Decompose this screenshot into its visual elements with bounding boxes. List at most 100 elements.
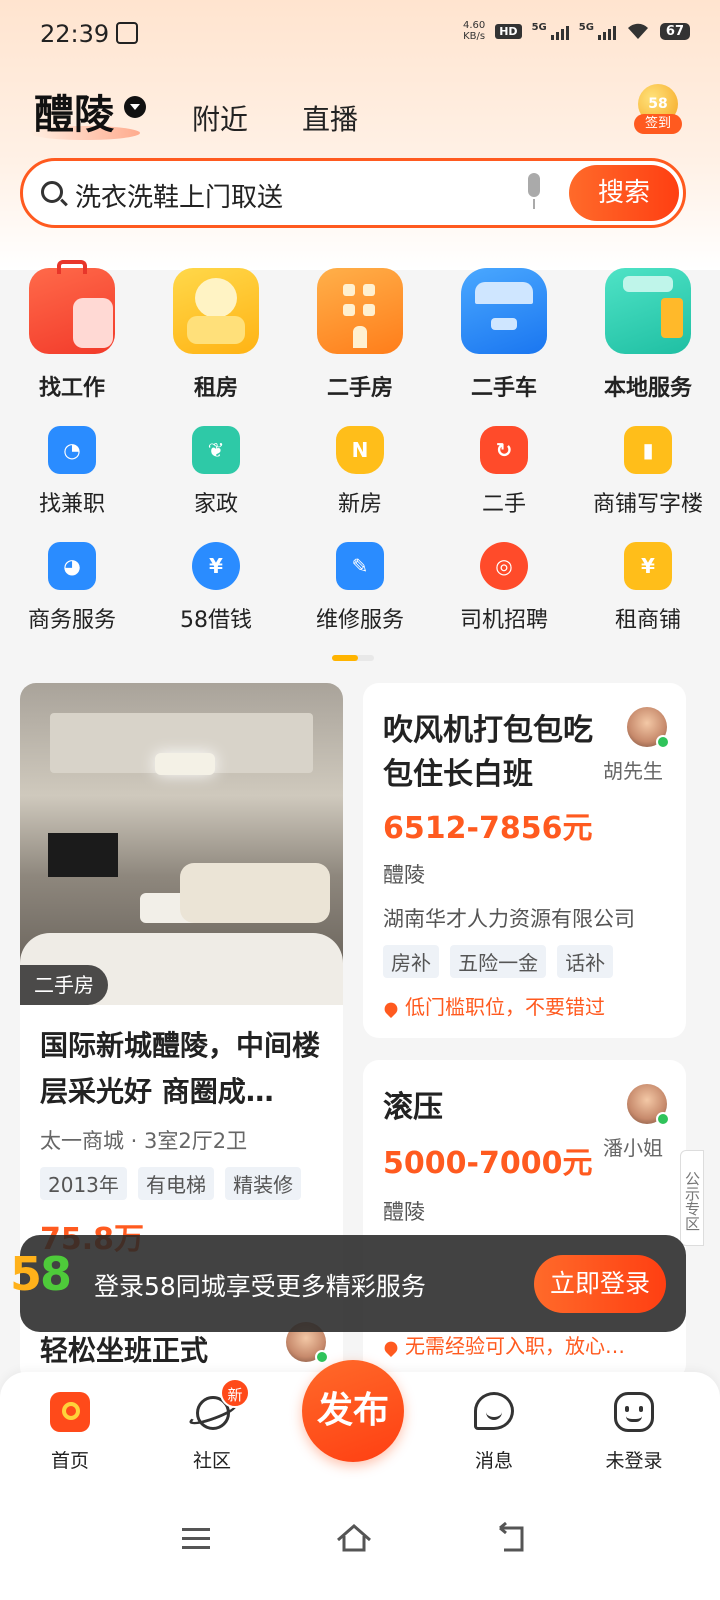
login-button[interactable]: 立即登录 [534,1255,666,1313]
category-label: 司机招聘 [459,608,548,633]
tag-chip: 房补 [383,945,439,978]
category-new-house[interactable]: N 新房 [288,426,432,518]
house-info: 国际新城醴陵，中间楼层采光好 商圈成… 太一商城 · 3室2厅2卫 2013年 … [40,1023,330,1258]
public-notice-tab[interactable]: 公示专区 [680,1150,704,1246]
bottom-navigation: 首页 新 社区 发布 消息 未登录 [0,1360,720,1492]
category-label: 二手车 [470,376,537,401]
category-housekeeping[interactable]: ❦ 家政 [144,426,288,518]
category-label: 本地服务 [603,376,692,401]
planet-icon: 新 [187,1378,250,1436]
category-label: 找工作 [38,376,105,401]
sub-category-row: ◕ 商务服务 ¥ 58借钱 ✎ 维修服务 ◎ 司机招聘 ¥ 租商铺 [0,542,720,634]
nav-label: 社区 [192,1450,231,1472]
network-speed: 4.60 KB/s [463,20,485,42]
job-listing-card[interactable]: 吹风机打包包吃包住长白班 胡先生 6512-7856元 醴陵 湖南华才人力资源有… [363,683,686,1038]
menu-icon[interactable] [176,1518,216,1558]
job-listing-card[interactable]: 滚压 潘小姐 5000-7000元 醴陵 无需经验可入职，放心… [363,1060,686,1380]
nav-community[interactable]: 新 社区 [162,1378,262,1473]
job-title: 吹风机打包包吃包住长白班 [383,713,593,792]
nav-home[interactable]: 首页 [20,1388,120,1473]
search-icon [41,181,63,203]
battery-icon: 67 [659,22,690,40]
briefcase-icon [29,260,115,354]
chevron-down-icon[interactable] [124,96,146,118]
recycle-star-icon: ↻ [480,426,528,474]
notification-icon [116,22,138,44]
login-banner[interactable]: 58 登录58同城享受更多精彩服务 立即登录 [10,1235,686,1332]
status-time: 22:39 [40,20,110,48]
net1-label: 5G [531,22,547,33]
category-58-loan[interactable]: ¥ 58借钱 [144,542,288,634]
search-input[interactable]: 洗衣洗鞋上门取送 [75,177,283,214]
poster-name: 胡先生 [603,759,663,783]
new-badge: 新 [220,1378,250,1408]
nav-label: 未登录 [605,1450,663,1472]
listing-type-tag: 二手房 [20,965,108,1005]
clock-icon: ◔ [48,426,96,474]
category-label: 找兼职 [38,492,105,517]
status-bar: 22:39 4.60 KB/s HD 5G 5G 67 [0,0,720,70]
tab-nearby[interactable]: 附近 [192,98,248,138]
system-navigation-bar [0,1492,720,1600]
tag-chip: 五险一金 [450,945,547,978]
sprout-icon: ❦ [192,426,240,474]
category-label: 维修服务 [315,608,404,633]
profile-face-icon [610,1388,658,1436]
category-driver-hiring[interactable]: ◎ 司机招聘 [432,542,576,634]
company-name: 湖南华才人力资源有限公司 [383,907,635,931]
building-icon [317,268,403,354]
search-bar[interactable]: 洗衣洗鞋上门取送 搜索 [20,158,686,228]
tag-chip: 精装修 [225,1167,302,1200]
job-location: 醴陵 [383,1200,425,1224]
home-icon [46,1388,94,1436]
search-button[interactable]: 搜索 [569,165,679,221]
listing-chips: 2013年 有电梯 精装修 [40,1167,330,1200]
category-label: 商务服务 [27,608,116,633]
nav-label: 首页 [50,1450,89,1472]
category-second-hand-house[interactable]: 二手房 [288,268,432,402]
hint-text: 无需经验可入职，放心… [405,1334,625,1358]
tab-live[interactable]: 直播 [302,98,358,138]
listing-subtitle: 太一商城 · 3室2厅2卫 [40,1129,248,1153]
hd-icon: HD [495,23,522,39]
publish-button[interactable]: 发布 [302,1360,404,1462]
microphone-icon[interactable] [523,173,545,213]
category-rent-shop[interactable]: ¥ 租商铺 [576,542,720,634]
job-hint: 无需经验可入职，放心… [381,1330,625,1359]
chat-bubble-icon [470,1388,518,1436]
category-local-services[interactable]: 本地服务 [576,268,720,402]
wifi-icon [627,23,648,39]
category-label: 二手房 [326,376,393,401]
category-rent[interactable]: 租房 [144,268,288,402]
category-shops-offices[interactable]: ▮ 商铺写字楼 [576,426,720,518]
category-second-hand[interactable]: ↻ 二手 [432,426,576,518]
status-indicators: 4.60 KB/s HD 5G 5G 67 [463,20,690,42]
new-house-icon: N [336,426,384,474]
job-hint: 低门槛职位，不要错过 [381,991,605,1020]
nav-messages[interactable]: 消息 [444,1388,544,1473]
signin-button[interactable]: 58 签到 [634,84,682,136]
job-title: 滚压 [383,1090,443,1125]
job-location: 醴陵 [383,863,425,887]
hint-text: 低门槛职位，不要错过 [405,995,605,1019]
page-indicator [332,655,374,661]
58-logo-icon: 58 [10,1247,73,1301]
wrench-icon: ✎ [336,542,384,590]
heart-icon [381,1338,401,1357]
salary: 6512-7856元 [383,811,593,846]
category-used-car[interactable]: 二手车 [432,268,576,402]
main-category-row: 找工作 租房 二手房 二手车 本地服务 [0,260,720,402]
home-button-icon[interactable] [334,1518,374,1558]
category-business-services[interactable]: ◕ 商务服务 [0,542,144,634]
category-repair-services[interactable]: ✎ 维修服务 [288,542,432,634]
category-part-time[interactable]: ◔ 找兼职 [0,426,144,518]
back-icon[interactable] [492,1518,532,1558]
signal-icon: 5G [532,22,569,40]
benefit-chips: 房补 五险一金 话补 [383,945,619,978]
heart-icon [381,999,401,1018]
tag-chip: 有电梯 [138,1167,214,1200]
top-header: 醴陵 附近 直播 58 签到 [0,76,720,146]
nav-profile[interactable]: 未登录 [584,1388,684,1473]
city-selector[interactable]: 醴陵 [34,82,114,140]
category-find-job[interactable]: 找工作 [0,260,144,402]
